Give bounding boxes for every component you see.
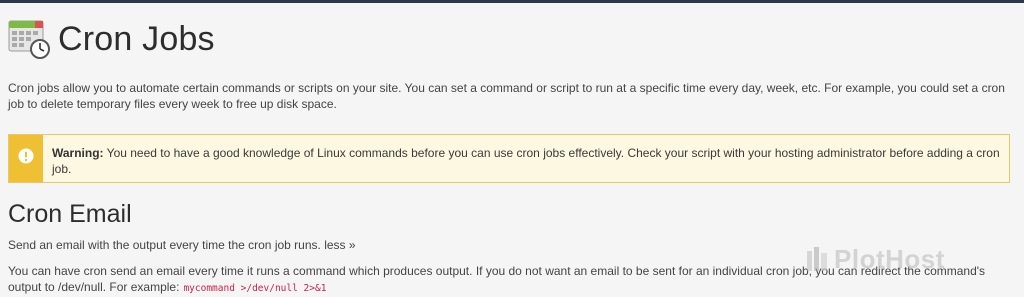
warning-text: Warning: You need to have a good knowled…: [52, 145, 1000, 177]
warning-label: Warning:: [52, 146, 104, 160]
example-code: mycommand >/dev/null 2>&1: [183, 283, 327, 294]
page-title: Cron Jobs: [58, 19, 215, 58]
watermark-text: PlotHost: [834, 244, 945, 274]
less-link[interactable]: less »: [324, 238, 355, 252]
top-bar: [0, 0, 1024, 3]
watermark: PlotHost: [807, 244, 945, 275]
page-header: Cron Jobs: [8, 14, 215, 64]
calendar-clock-icon: [8, 19, 50, 59]
exclamation-icon: [18, 148, 34, 169]
cron-email-description-text: Send an email with the output every time…: [8, 238, 321, 252]
cron-email-heading: Cron Email: [8, 200, 132, 228]
warning-strip: [9, 135, 43, 182]
warning-message: You need to have a good knowledge of Lin…: [52, 146, 1000, 176]
warning-alert: Warning: You need to have a good knowled…: [8, 134, 1010, 183]
intro-text: Cron jobs allow you to automate certain …: [8, 81, 1005, 111]
cron-email-description: Send an email with the output every time…: [8, 238, 356, 252]
plothost-logo-icon: [807, 246, 829, 273]
